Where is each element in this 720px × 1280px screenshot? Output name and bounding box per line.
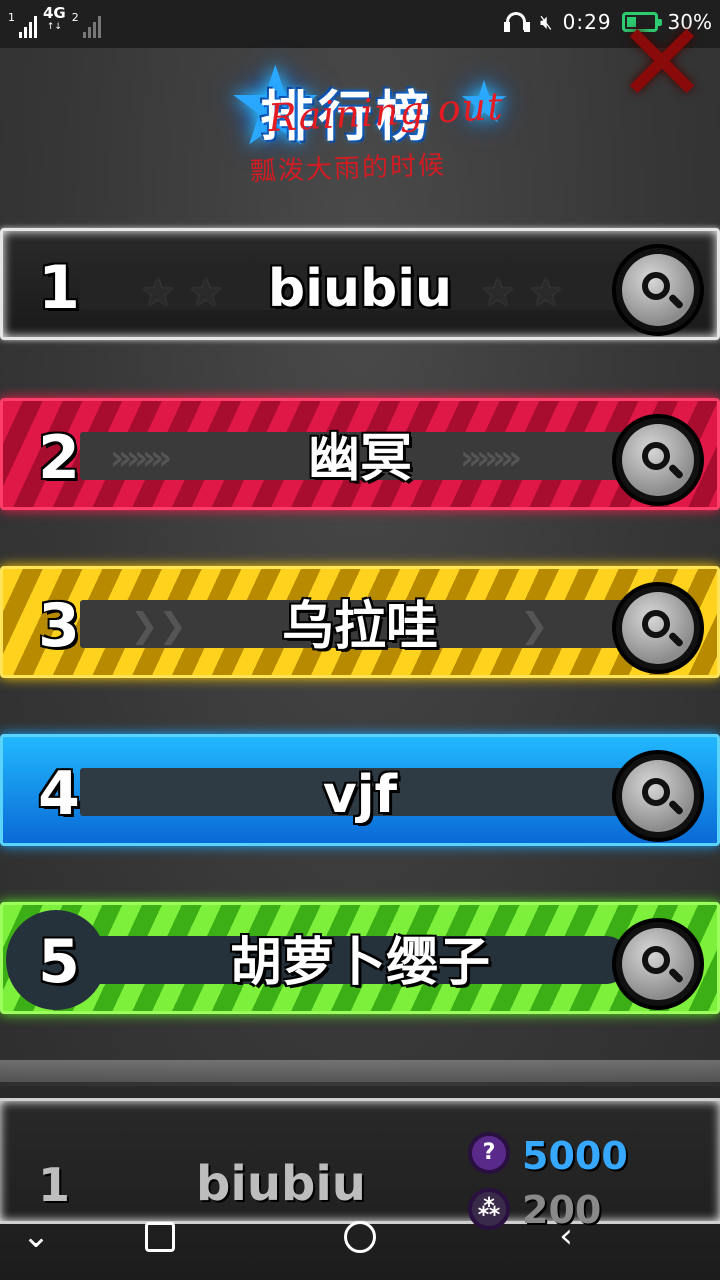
square-icon: [145, 1222, 175, 1252]
primary-currency-value: 5000: [522, 1134, 628, 1178]
chevron-left-icon: ‹: [559, 1216, 573, 1256]
magnifier-icon: [622, 424, 694, 496]
leaderboard-row: ★★ ★★ 1 biubiu: [0, 208, 720, 358]
rank-number: 1: [38, 253, 80, 323]
magnifier-icon: [622, 928, 694, 1000]
view-player-button[interactable]: [612, 582, 704, 674]
rank-number: 2: [38, 423, 80, 493]
player-name: 胡萝卜缨子: [229, 933, 490, 993]
close-button[interactable]: ✕: [612, 8, 712, 118]
circle-icon: [344, 1221, 376, 1253]
back-button[interactable]: ‹: [536, 1214, 596, 1258]
player-name: vjf: [322, 765, 398, 825]
sim1-label: 1: [8, 11, 15, 24]
leaderboard-row: 5 胡萝卜缨子: [0, 882, 720, 1032]
magnifier-icon: [622, 760, 694, 832]
leaderboard-row: ››››››› ››››››› 2 幽冥: [0, 378, 720, 528]
magnifier-icon: [622, 254, 694, 326]
leaderboard-row: ❯ ❯ ❯ 3 乌拉哇: [0, 546, 720, 696]
mute-icon: 🔇︎: [540, 10, 553, 34]
view-player-button[interactable]: [612, 918, 704, 1010]
magnifier-icon: [622, 592, 694, 664]
player-name: 乌拉哇: [281, 597, 438, 657]
player-name: biubiu: [267, 259, 453, 319]
navigation-bar: ⌄ ‹: [0, 1200, 720, 1280]
player-name: 幽冥: [307, 429, 412, 489]
watermark-subtext: 瓢泼大雨的时候: [249, 150, 447, 188]
rank-number: 5: [38, 927, 80, 997]
headphones-icon: [504, 10, 531, 34]
sim2-label: 2: [71, 11, 79, 24]
signal-strength-icon: [19, 14, 37, 38]
rank-number: 3: [38, 591, 80, 661]
leaderboard-row: 4 vjf: [0, 714, 720, 864]
collapse-nav-button[interactable]: ⌄: [6, 1214, 66, 1258]
network-type: 4G ↑↓: [43, 4, 66, 33]
mystery-coin-icon: ?: [468, 1132, 510, 1174]
rank-number: 4: [38, 759, 80, 829]
view-player-button[interactable]: [612, 414, 704, 506]
view-player-button[interactable]: [612, 244, 704, 336]
chevron-down-icon: ⌄: [21, 1216, 51, 1256]
recent-apps-button[interactable]: [130, 1214, 190, 1258]
view-player-button[interactable]: [612, 750, 704, 842]
clock: 0:29: [562, 10, 612, 34]
close-x-icon: ✕: [615, 0, 709, 127]
signal-strength-2-icon: [82, 14, 101, 38]
page-title-area: ★ ★ 排行榜 Raining out 瓢泼大雨的时候: [210, 42, 510, 188]
divider: [0, 1060, 720, 1082]
home-button[interactable]: [330, 1214, 390, 1258]
